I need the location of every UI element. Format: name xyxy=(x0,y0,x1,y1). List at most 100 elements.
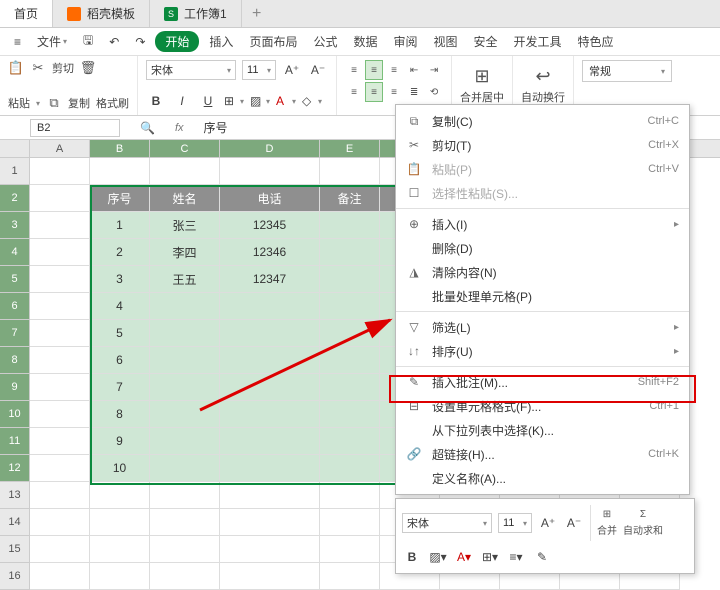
menu-security[interactable]: 安全 xyxy=(468,31,504,52)
cell[interactable] xyxy=(320,374,380,401)
menu-insert[interactable]: 插入 xyxy=(203,31,239,52)
menu-redo[interactable]: ↷ xyxy=(129,33,151,51)
mini-bold[interactable]: B xyxy=(402,547,422,567)
paste-icon[interactable]: 📋 xyxy=(8,60,24,76)
col-header-C[interactable]: C xyxy=(150,140,220,157)
indent-increase[interactable]: ⇥ xyxy=(425,60,443,80)
cell[interactable]: 王五 xyxy=(150,266,220,293)
col-header-E[interactable]: E xyxy=(320,140,380,157)
fill-color-button[interactable]: ▨▾ xyxy=(250,91,270,111)
cell[interactable] xyxy=(150,428,220,455)
cell[interactable]: 5 xyxy=(90,320,150,347)
copy-icon[interactable]: ⧉ xyxy=(46,95,62,111)
cell[interactable]: 电话 xyxy=(220,185,320,212)
indent-decrease[interactable]: ⇤ xyxy=(405,60,423,80)
cell[interactable]: 序号 xyxy=(90,185,150,212)
cell[interactable] xyxy=(30,347,90,374)
italic-button[interactable]: I xyxy=(172,91,192,111)
underline-button[interactable]: U xyxy=(198,91,218,111)
orientation[interactable]: ⟲ xyxy=(425,82,443,102)
align-bottom[interactable]: ≡ xyxy=(385,60,403,80)
cell[interactable]: 7 xyxy=(90,374,150,401)
menu-save[interactable]: 🖫 xyxy=(77,29,99,54)
cell[interactable]: 备注 xyxy=(320,185,380,212)
cell[interactable] xyxy=(30,455,90,482)
border-button[interactable]: ⊞▾ xyxy=(224,91,244,111)
mini-font-color[interactable]: A▾ xyxy=(454,547,474,567)
row-header[interactable]: 12 xyxy=(0,455,30,482)
cell[interactable] xyxy=(30,212,90,239)
font-size-dropdown[interactable]: 11▾ xyxy=(242,60,276,80)
cell[interactable]: 12345 xyxy=(220,212,320,239)
mini-decrease-font[interactable]: A⁻ xyxy=(564,513,584,533)
increase-font-button[interactable]: A⁺ xyxy=(282,60,302,80)
mini-autosum-button[interactable]: Σ自动求和 xyxy=(623,509,663,537)
cell[interactable] xyxy=(320,320,380,347)
cell[interactable] xyxy=(30,239,90,266)
align-top[interactable]: ≡ xyxy=(345,60,363,80)
row-header[interactable]: 6 xyxy=(0,293,30,320)
cell[interactable] xyxy=(220,293,320,320)
row-header[interactable]: 9 xyxy=(0,374,30,401)
cut-icon[interactable]: ✂ xyxy=(30,60,46,76)
font-name-dropdown[interactable]: 宋体▾ xyxy=(146,60,236,80)
menu-undo[interactable]: ↶ xyxy=(103,33,125,51)
cell[interactable]: 姓名 xyxy=(150,185,220,212)
format-painter-label[interactable]: 格式刷 xyxy=(96,95,129,111)
col-header-D[interactable]: D xyxy=(220,140,320,157)
cell[interactable]: 张三 xyxy=(150,212,220,239)
decrease-font-button[interactable]: A⁻ xyxy=(308,60,328,80)
menu-view[interactable]: 视图 xyxy=(428,31,464,52)
menu-start[interactable]: 开始 xyxy=(155,31,199,52)
cell[interactable]: 10 xyxy=(90,455,150,482)
row-header[interactable]: 11 xyxy=(0,428,30,455)
fx-icon[interactable]: fx xyxy=(175,122,184,134)
cm-filter[interactable]: ▽筛选(L)▸ xyxy=(396,315,689,339)
cm-hyperlink[interactable]: 🔗超链接(H)...Ctrl+K xyxy=(396,442,689,466)
cell[interactable]: 1 xyxy=(90,212,150,239)
tab-workbook1[interactable]: S工作簿1 xyxy=(150,0,242,27)
menu-formula[interactable]: 公式 xyxy=(307,31,343,52)
font-color-button[interactable]: A▾ xyxy=(276,91,296,111)
cell[interactable] xyxy=(220,374,320,401)
cell[interactable] xyxy=(30,266,90,293)
cell[interactable] xyxy=(320,212,380,239)
row-header[interactable]: 3 xyxy=(0,212,30,239)
cell[interactable] xyxy=(30,320,90,347)
row-header[interactable]: 4 xyxy=(0,239,30,266)
cell[interactable] xyxy=(150,401,220,428)
align-right[interactable]: ≡ xyxy=(385,82,403,102)
cell[interactable]: 6 xyxy=(90,347,150,374)
cm-dropdown-pick[interactable]: 从下拉列表中选择(K)... xyxy=(396,418,689,442)
cell[interactable] xyxy=(150,455,220,482)
cell[interactable]: 2 xyxy=(90,239,150,266)
formula-value[interactable]: 序号 xyxy=(204,119,228,136)
col-header-B[interactable]: B xyxy=(90,140,150,157)
tab-home[interactable]: 首页 xyxy=(0,0,53,27)
cell[interactable] xyxy=(320,401,380,428)
cell[interactable]: 李四 xyxy=(150,239,220,266)
cell[interactable] xyxy=(30,374,90,401)
row-header[interactable]: 8 xyxy=(0,347,30,374)
cm-cut[interactable]: ✂剪切(T)Ctrl+X xyxy=(396,133,689,157)
cm-format-cells[interactable]: ⊟设置单元格格式(F)...Ctrl+1 xyxy=(396,394,689,418)
mini-font-name[interactable]: 宋体▾ xyxy=(402,513,492,533)
cell[interactable]: 12347 xyxy=(220,266,320,293)
zoom-icon[interactable]: 🔍 xyxy=(140,121,155,135)
bold-button[interactable]: B xyxy=(146,91,166,111)
cell[interactable] xyxy=(150,374,220,401)
cell[interactable] xyxy=(220,320,320,347)
cell[interactable] xyxy=(320,347,380,374)
cell[interactable] xyxy=(30,293,90,320)
cell[interactable]: 3 xyxy=(90,266,150,293)
row-header[interactable]: 2 xyxy=(0,185,30,212)
mini-font-size[interactable]: 11▾ xyxy=(498,513,532,533)
mini-increase-font[interactable]: A⁺ xyxy=(538,513,558,533)
cm-define-name[interactable]: 定义名称(A)... xyxy=(396,466,689,490)
menu-review[interactable]: 审阅 xyxy=(387,31,423,52)
col-header-A[interactable]: A xyxy=(30,140,90,157)
cell[interactable] xyxy=(220,428,320,455)
menu-file[interactable]: 文件▾ xyxy=(31,31,73,52)
cell[interactable] xyxy=(320,428,380,455)
mini-merge-button[interactable]: ⊞合并 xyxy=(597,509,617,537)
